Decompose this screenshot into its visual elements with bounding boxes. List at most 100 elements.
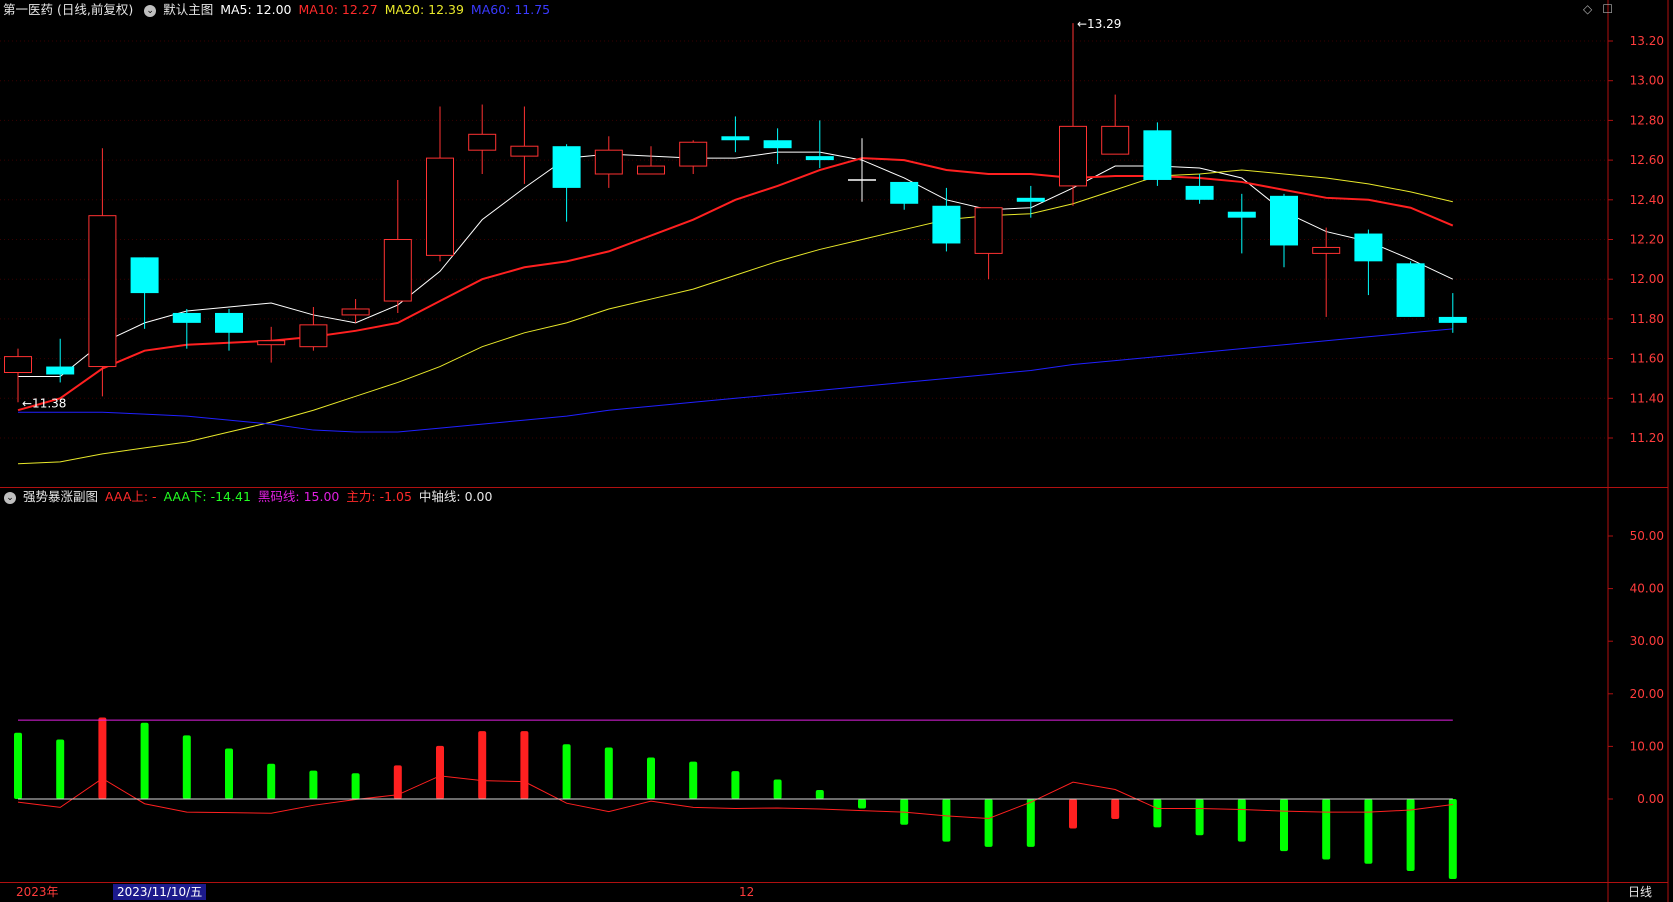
candle-body: [1396, 263, 1425, 317]
chart-canvas[interactable]: 13.20 13.00 12.80 12.60 12.40 12.20 12.00 11.80…: [0, 0, 1673, 902]
candle: [1143, 122, 1172, 186]
candle-body: [637, 165, 665, 175]
panel-controls: ◇ ☐: [1573, 2, 1613, 16]
candle-body: [594, 149, 623, 175]
candle-body: [46, 366, 75, 375]
histogram-bar: [773, 779, 782, 799]
candle-body: [383, 239, 412, 302]
sub-panel-title[interactable]: 强势暴涨副图: [23, 489, 98, 504]
candle: [1227, 193, 1256, 254]
candle: [1354, 229, 1383, 296]
histogram-bar: [1237, 799, 1246, 842]
candle-body: [299, 324, 328, 348]
candle-body: [510, 145, 539, 157]
candle: [552, 144, 581, 222]
stock-title[interactable]: 第一医药 (日线,前复权): [3, 2, 133, 17]
y-tick-label: 0.00: [1637, 792, 1664, 806]
candle: [1101, 94, 1130, 155]
histogram-bar: [815, 790, 824, 799]
candle: [510, 106, 539, 184]
y-tick-label: 12.40: [1630, 193, 1664, 207]
y-tick-label: 13.00: [1630, 74, 1664, 88]
candle: [257, 326, 286, 363]
histogram-bar: [689, 761, 698, 799]
x-axis-month-label: 12: [739, 885, 755, 899]
y-tick-label: 11.80: [1630, 312, 1664, 326]
ma10-label: MA10: 12.27: [298, 2, 378, 17]
histogram-bar: [140, 722, 149, 799]
histogram-bar: [1364, 799, 1373, 864]
candle-body: [4, 356, 32, 373]
ma5-label: MA5: 12.00: [220, 2, 292, 17]
histogram-bar: [520, 731, 529, 799]
y-tick-label: 10.00: [1630, 739, 1664, 753]
histogram-bar: [1153, 799, 1162, 828]
histogram-bar: [56, 739, 65, 799]
x-axis-selected-date: 2023/11/10/五: [113, 884, 207, 900]
histogram-bar: [436, 745, 444, 799]
aaa-up-label: AAA上: -: [105, 489, 157, 504]
candle: [172, 308, 201, 349]
y-tick-label: 11.20: [1630, 431, 1664, 445]
ma20-label: MA20: 12.39: [384, 2, 464, 17]
main-force-label: 主力: -1.05: [346, 489, 412, 504]
y-tick-label: 12.60: [1630, 153, 1664, 167]
histogram-bar: [14, 732, 22, 799]
main-header: 第一医药 (日线,前复权) ⌄ 默认主图 MA5: 12.00 MA10: 12.27 M…: [3, 0, 557, 20]
candle-body: [679, 141, 708, 167]
candle: [130, 257, 159, 329]
panel-name[interactable]: 默认主图: [163, 2, 213, 17]
candle-body: [1438, 316, 1467, 323]
candle-body: [130, 257, 159, 294]
square-icon[interactable]: ☐: [1602, 2, 1613, 16]
histogram-bar: [1280, 799, 1288, 852]
histogram-bar: [1111, 799, 1120, 819]
candle: [1312, 227, 1341, 317]
period-tab-daily[interactable]: 日线: [1628, 884, 1652, 900]
sub-panel-dropdown-icon[interactable]: ⌄: [4, 491, 16, 504]
black-horse-label: 黑码线: 15.00: [257, 489, 340, 504]
y-tick-label: 50.00: [1630, 529, 1664, 543]
sub-indicator-lines: [17, 719, 1453, 819]
histogram-bar: [182, 735, 191, 799]
candle-body: [805, 156, 834, 161]
candle-body: [1312, 246, 1341, 254]
candle-body: [1143, 130, 1172, 180]
diamond-icon[interactable]: ◇: [1583, 2, 1592, 16]
candle: [1438, 293, 1467, 333]
histogram-bar: [1069, 799, 1077, 829]
sub-header: ⌄ 强势暴涨副图 AAA上: - AAA下: -14.41 黑码线: 15.00 主力: …: [3, 487, 499, 507]
y-tick-label: 11.40: [1630, 391, 1664, 405]
x-axis-year-label: 2023年: [16, 885, 59, 899]
candle: [1270, 193, 1298, 268]
candle: [88, 148, 117, 397]
y-tick-label: 12.80: [1630, 113, 1664, 127]
histogram-bar: [1448, 799, 1457, 879]
price-annotation: ←13.29: [1077, 17, 1121, 31]
histogram-bar: [604, 747, 613, 799]
histogram-bar: [1322, 799, 1331, 860]
main-y-axis: 13.20 13.00 12.80 12.60 12.40 12.20 12.00 11.80…: [1608, 34, 1664, 445]
candle-body: [721, 136, 750, 141]
moving-average-lines: [17, 151, 1454, 465]
candle-body: [1185, 185, 1214, 200]
histogram-bar: [647, 757, 655, 799]
candle-body: [88, 215, 117, 368]
aaa-down-label: AAA下: -14.41: [163, 489, 251, 504]
candle-body: [426, 157, 454, 256]
histogram-bar: [1195, 799, 1204, 836]
histogram-bar: [984, 799, 993, 847]
candle: [468, 104, 497, 174]
panel-dropdown-icon[interactable]: ⌄: [144, 4, 157, 17]
candle-body: [468, 133, 497, 151]
y-tick-label: 20.00: [1630, 687, 1664, 701]
histogram-bar: [309, 770, 318, 799]
candle: [1059, 23, 1087, 206]
chart-frame: [0, 0, 1669, 902]
candle: [426, 106, 454, 262]
ma-line-ma10: [17, 157, 1454, 412]
candle: [594, 136, 623, 188]
candle-body: [1227, 211, 1256, 218]
candle: [721, 116, 750, 153]
candle: [763, 128, 792, 165]
